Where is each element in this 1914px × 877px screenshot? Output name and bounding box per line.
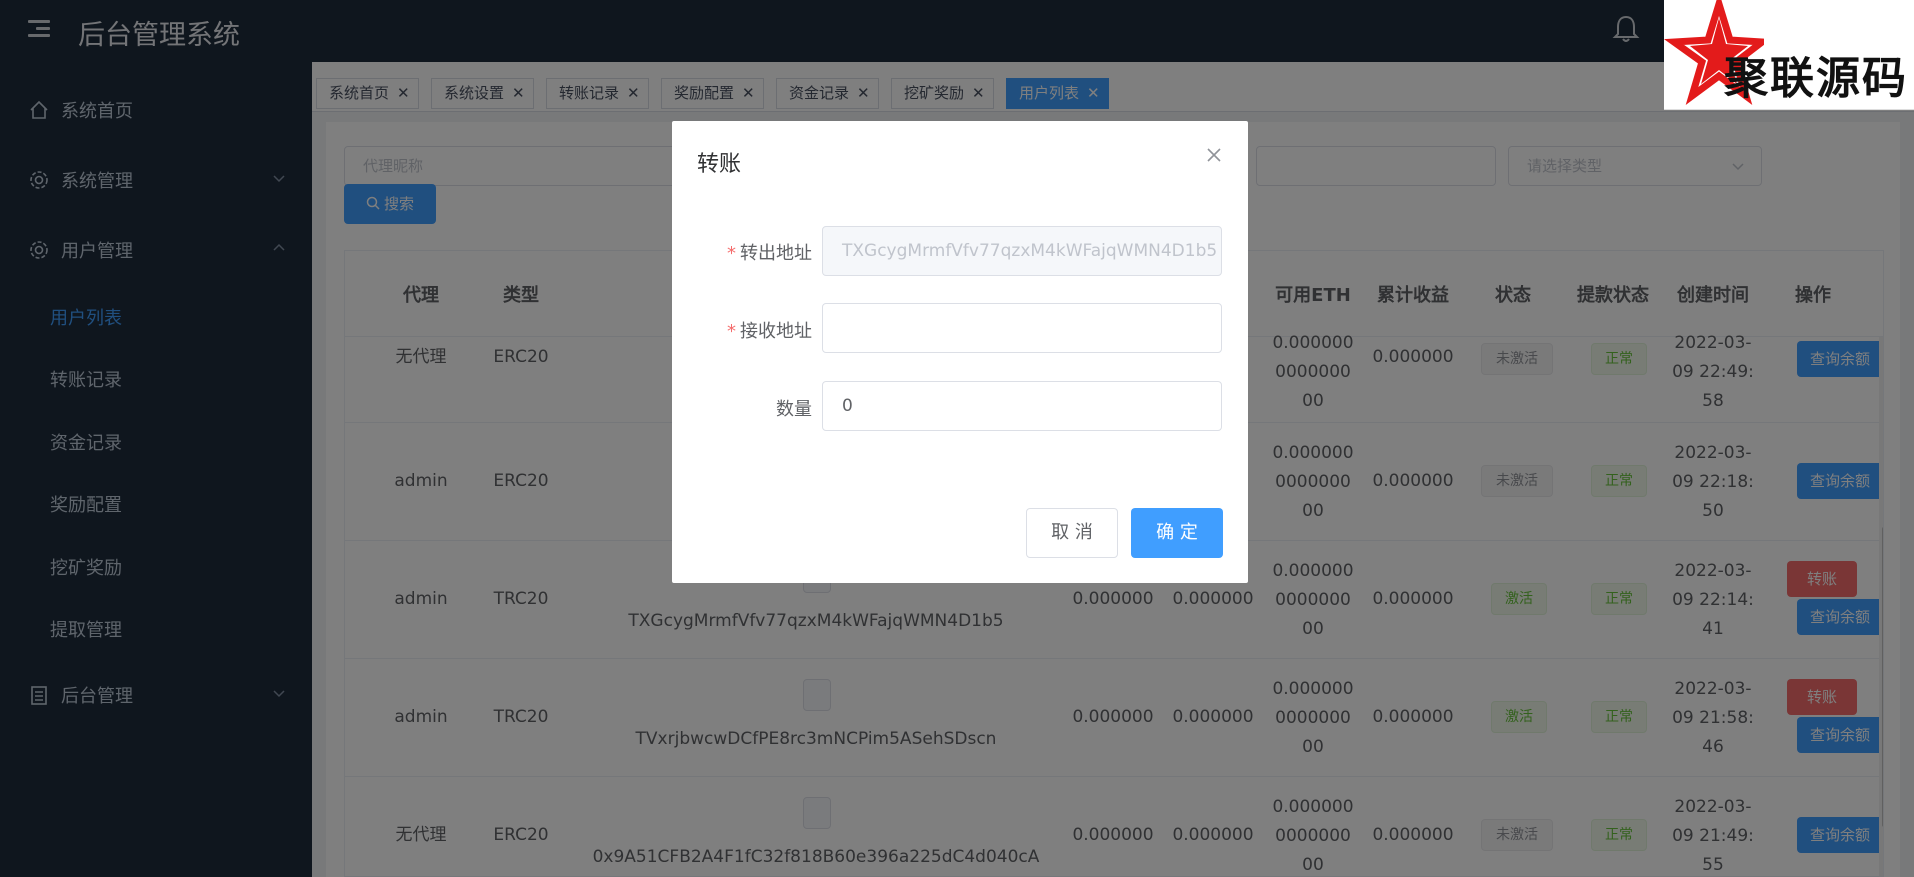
amount-input[interactable]: 0 <box>822 381 1222 431</box>
logo-text: 聚联源码 <box>1724 53 1908 104</box>
transfer-dialog: 转账 * 转出地址 TXGcygMrmfVfv77qzxM4kWFajqWMN4D… <box>672 121 1248 583</box>
amount-label: 数量 <box>776 399 812 420</box>
dialog-title: 转账 <box>697 152 742 177</box>
from-address-label-text: 转出地址 <box>740 243 812 264</box>
brand-logo: 聚联源码 <box>1664 0 1914 110</box>
to-address-label-text: 接收地址 <box>740 321 812 342</box>
from-address-label: * 转出地址 <box>727 243 812 264</box>
confirm-button[interactable]: 确 定 <box>1131 508 1223 558</box>
close-icon[interactable] <box>1204 145 1224 165</box>
from-address-input: TXGcygMrmfVfv77qzxM4kWFajqWMN4D1b5 <box>822 226 1222 276</box>
cancel-button[interactable]: 取 消 <box>1026 508 1118 558</box>
to-address-label: * 接收地址 <box>727 321 812 342</box>
to-address-input[interactable] <box>822 303 1222 353</box>
